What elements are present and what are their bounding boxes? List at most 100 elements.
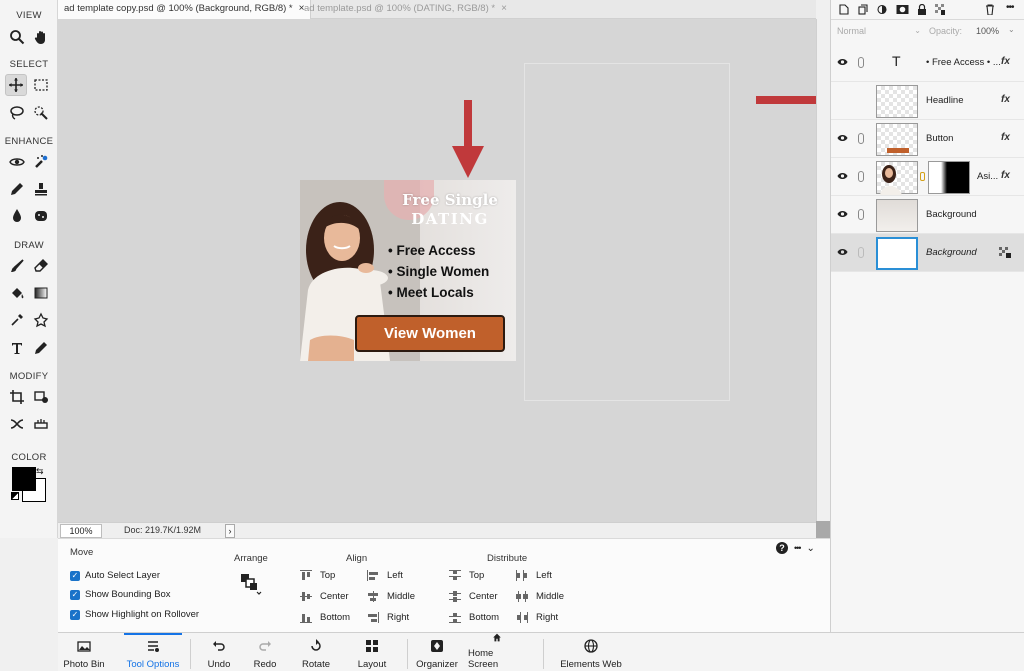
paint-bucket-tool-icon[interactable] [6, 282, 28, 304]
distribute-center-button[interactable]: Center [449, 591, 498, 602]
zoom-level-field[interactable]: 100% [60, 524, 102, 538]
artboard-outline [524, 63, 730, 401]
distribute-top-button[interactable]: Top [449, 570, 484, 581]
pencil-tool-icon[interactable] [30, 337, 52, 359]
visibility-eye-icon[interactable] [837, 248, 848, 256]
align-center-button[interactable]: Center [300, 591, 349, 602]
new-group-icon[interactable] [858, 4, 868, 15]
layer-row-button[interactable]: Button fx [831, 120, 1024, 158]
distribute-left-button[interactable]: Left [516, 570, 552, 581]
align-middle-button[interactable]: Middle [367, 591, 415, 602]
layer-style-fx-icon[interactable]: fx [1001, 132, 1010, 143]
spot-healing-tool-icon[interactable] [30, 151, 52, 173]
red-eye-tool-icon[interactable] [6, 151, 28, 173]
default-colors-icon[interactable] [11, 492, 19, 500]
zoom-tool-icon[interactable] [6, 26, 28, 48]
lasso-tool-icon[interactable] [6, 102, 28, 124]
visibility-eye-icon[interactable] [837, 172, 848, 180]
elements-web-button[interactable]: Elements Web [558, 633, 624, 671]
close-tab-icon[interactable]: × [501, 3, 507, 14]
scrollbar-thumb[interactable] [816, 521, 830, 538]
content-aware-move-tool-icon[interactable] [6, 413, 28, 435]
layer-mask-icon[interactable] [896, 4, 909, 15]
layer-style-fx-icon[interactable]: fx [1001, 56, 1010, 67]
ad-subheadline: DATING [411, 210, 489, 228]
align-right-button[interactable]: Right [367, 612, 409, 623]
layer-row-background[interactable]: Background [831, 234, 1024, 272]
ad-image[interactable]: Free Single DATING Free Access Single Wo… [300, 180, 516, 361]
type-tool-icon[interactable] [6, 337, 28, 359]
layer-style-fx-icon[interactable]: fx [1001, 170, 1010, 181]
mask-link-icon[interactable] [920, 172, 925, 181]
layer-row-headline[interactable]: Headline fx [831, 82, 1024, 120]
collapse-chevron-icon[interactable]: ⌄ [806, 543, 814, 554]
opacity-field[interactable]: 100% [976, 26, 999, 36]
layer-mask-thumbnail[interactable] [928, 161, 970, 194]
annotation-arrow-down [452, 100, 484, 178]
new-layer-icon[interactable] [839, 4, 849, 15]
document-tab-inactive[interactable]: ad template.psd @ 100% (DATING, RGB/8) *… [298, 0, 513, 19]
show-bounding-box-checkbox[interactable]: ✓ Show Bounding Box [70, 589, 171, 600]
marquee-tool-icon[interactable] [30, 74, 52, 96]
redo-button[interactable]: Redo [248, 633, 282, 671]
organizer-button[interactable]: Organizer [414, 633, 460, 671]
tool-options-button[interactable]: Tool Options [124, 633, 182, 671]
visibility-eye-icon[interactable] [837, 134, 848, 142]
move-tool-icon[interactable] [5, 74, 27, 96]
rotate-icon [311, 639, 321, 651]
smart-brush-tool-icon[interactable] [6, 178, 28, 200]
layer-row-background-copy[interactable]: Background [831, 196, 1024, 234]
layer-style-fx-icon[interactable]: fx [1001, 94, 1010, 105]
gradient-tool-icon[interactable] [30, 282, 52, 304]
custom-shape-tool-icon[interactable] [30, 309, 52, 331]
clone-stamp-tool-icon[interactable] [30, 178, 52, 200]
home-screen-button[interactable]: Home Screen [468, 633, 526, 671]
crop-tool-icon[interactable] [6, 386, 28, 408]
swap-colors-icon[interactable]: ⇆ [36, 466, 44, 477]
document-tab-active[interactable]: ad template copy.psd @ 100% (Background,… [58, 0, 312, 19]
arrange-dropdown-icon[interactable] [240, 573, 262, 595]
status-menu-arrow[interactable]: › [225, 524, 235, 538]
hand-tool-icon[interactable] [30, 26, 52, 48]
align-top-button[interactable]: Top [300, 570, 335, 581]
lock-transparency-icon[interactable] [935, 4, 945, 15]
undo-button[interactable]: Undo [202, 633, 236, 671]
options-header-icons: ? ••• ⌄ [776, 542, 815, 554]
delete-layer-icon[interactable] [985, 4, 995, 15]
layer-row-photo[interactable]: Asi... fx [831, 158, 1024, 196]
align-left-button[interactable]: Left [367, 570, 403, 581]
quick-selection-tool-icon[interactable] [30, 102, 52, 124]
distribute-bottom-button[interactable]: Bottom [449, 612, 499, 623]
distribute-top-icon [449, 570, 461, 581]
chevron-down-icon[interactable]: ⌄ [1008, 25, 1015, 34]
distribute-middle-button[interactable]: Middle [516, 591, 564, 602]
sponge-tool-icon[interactable] [30, 205, 52, 227]
eyedropper-tool-icon[interactable] [6, 309, 28, 331]
layer-thumbnail [876, 199, 918, 232]
layout-button[interactable]: Layout [352, 633, 392, 671]
panel-menu-icon[interactable]: ••• [1006, 2, 1014, 13]
help-icon[interactable]: ? [776, 542, 788, 554]
photo-bin-button[interactable]: Photo Bin [62, 633, 106, 671]
layer-row-text[interactable]: T • Free Access • ... fx [831, 44, 1024, 82]
more-options-icon[interactable]: ••• [794, 543, 802, 553]
rotate-button[interactable]: Rotate [296, 633, 336, 671]
visibility-eye-icon[interactable] [837, 210, 848, 218]
straighten-tool-icon[interactable] [30, 413, 52, 435]
modify-section-label: MODIFY [9, 371, 49, 382]
lock-all-icon[interactable] [917, 4, 927, 15]
adjustment-layer-icon[interactable] [877, 4, 887, 15]
auto-select-layer-checkbox[interactable]: ✓ Auto Select Layer [70, 570, 160, 581]
show-highlight-checkbox[interactable]: ✓ Show Highlight on Rollover [70, 609, 199, 620]
distribute-right-button[interactable]: Right [516, 612, 558, 623]
recompose-tool-icon[interactable] [30, 386, 52, 408]
eraser-tool-icon[interactable] [30, 255, 52, 277]
blend-mode-dropdown[interactable]: Normal ⌄ [837, 23, 921, 39]
foreground-color-swatch[interactable] [12, 467, 36, 491]
vertical-scrollbar[interactable] [816, 19, 830, 538]
align-bottom-button[interactable]: Bottom [300, 612, 350, 623]
canvas-area[interactable]: Free Single DATING Free Access Single Wo… [58, 19, 816, 523]
blur-tool-icon[interactable] [6, 205, 28, 227]
visibility-eye-icon[interactable] [837, 58, 848, 66]
brush-tool-icon[interactable] [6, 255, 28, 277]
